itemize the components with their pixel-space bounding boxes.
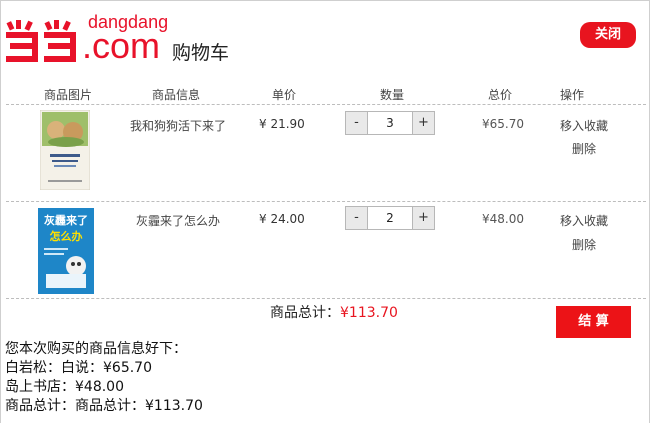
divider xyxy=(6,298,646,299)
increase-quantity-button[interactable]: + xyxy=(412,207,434,229)
cart-title: 购物车 xyxy=(172,42,230,64)
close-button[interactable]: 关闭 xyxy=(580,22,636,48)
item-total: ¥48.00 xyxy=(482,212,524,226)
quantity-stepper: - 3 + xyxy=(345,111,435,135)
unit-price: ¥ 21.90 xyxy=(259,117,305,131)
delete-link[interactable]: 删除 xyxy=(572,140,596,157)
unit-price: ¥ 24.00 xyxy=(259,212,305,226)
quantity-stepper: - 2 + xyxy=(345,206,435,230)
decrease-quantity-button[interactable]: - xyxy=(346,112,368,134)
grand-total-value: ¥113.70 xyxy=(340,305,398,321)
move-to-favorites-link[interactable]: 移入收藏 xyxy=(560,212,608,229)
column-header-actions: 操作 xyxy=(560,88,585,102)
column-header-unit-price: 单价 xyxy=(272,88,297,102)
dangdang-logo-mark-icon xyxy=(6,20,76,62)
purchase-info-line: 白岩松：白说：¥65.70 xyxy=(5,360,152,376)
grand-total-label: 商品总计： xyxy=(270,305,340,321)
item-total: ¥65.70 xyxy=(482,117,524,131)
product-name[interactable]: 我和狗狗活下来了 xyxy=(130,117,226,134)
dangdang-logo[interactable]: dangdang .com 购物车 xyxy=(4,8,244,66)
column-header-image: 商品图片 xyxy=(44,88,93,102)
book-cover-image[interactable]: 灰霾来了 怎么办 xyxy=(38,208,94,294)
quantity-value[interactable]: 2 xyxy=(368,207,412,229)
purchase-info-heading: 您本次购买的商品信息好下： xyxy=(5,341,187,357)
quantity-value[interactable]: 3 xyxy=(368,112,412,134)
product-name[interactable]: 灰霾来了怎么办 xyxy=(136,212,220,229)
book-cover-image[interactable] xyxy=(40,110,90,190)
increase-quantity-button[interactable]: + xyxy=(412,112,434,134)
purchase-info: 您本次购买的商品信息好下： 白岩松：白说：¥65.70 岛上书店：¥48.00 … xyxy=(5,340,203,416)
purchase-info-line: 岛上书店：¥48.00 xyxy=(5,379,124,395)
grand-total: 商品总计：¥113.70 xyxy=(270,302,398,322)
divider xyxy=(6,104,646,105)
logo-com-text: .com xyxy=(82,25,161,66)
delete-link[interactable]: 删除 xyxy=(572,236,596,253)
svg-text:灰霾来了: 灰霾来了 xyxy=(44,213,88,227)
purchase-info-total: 商品总计：商品总计：¥113.70 xyxy=(5,398,203,414)
move-to-favorites-link[interactable]: 移入收藏 xyxy=(560,117,608,134)
svg-text:怎么办: 怎么办 xyxy=(50,229,83,243)
column-header-quantity: 数量 xyxy=(380,88,405,102)
checkout-button[interactable]: 结 算 xyxy=(556,306,631,338)
divider xyxy=(6,201,646,202)
column-header-info: 商品信息 xyxy=(152,88,201,102)
decrease-quantity-button[interactable]: - xyxy=(346,207,368,229)
column-header-total: 总价 xyxy=(488,88,513,102)
